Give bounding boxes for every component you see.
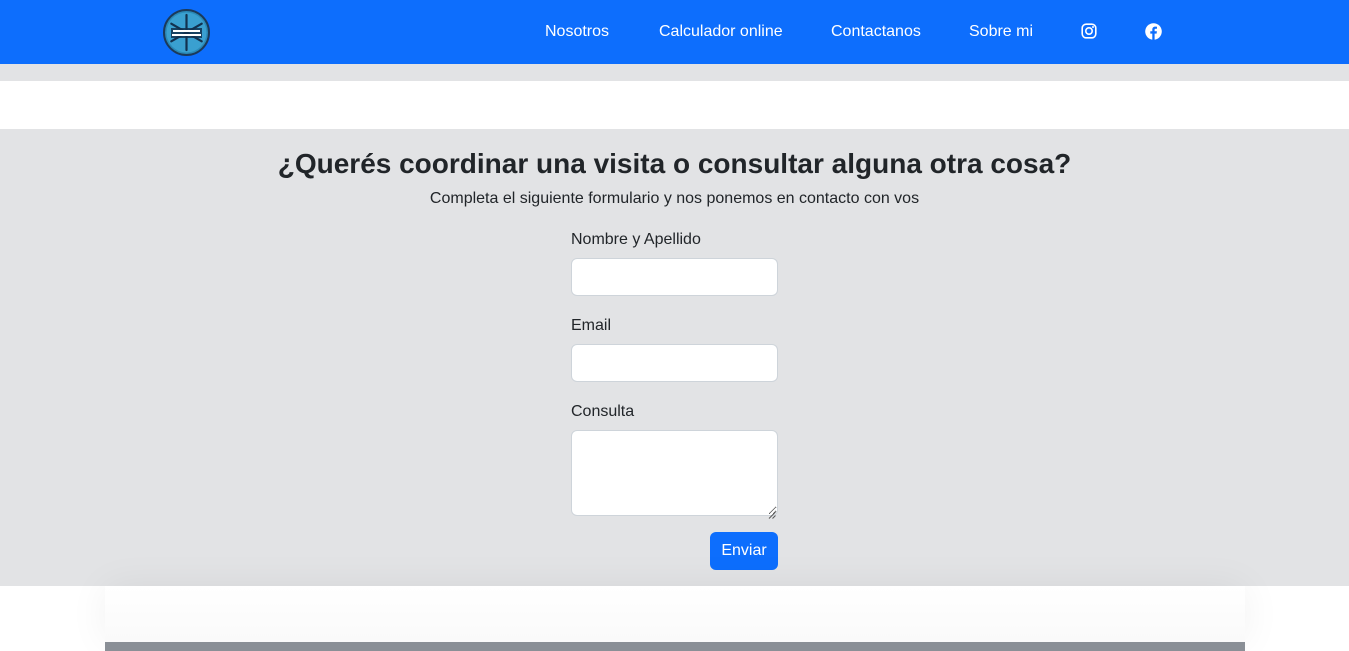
contact-section: ¿Querés coordinar una visita o consultar… <box>0 129 1349 586</box>
footer-bar <box>105 642 1245 651</box>
instagram-icon[interactable] <box>1081 23 1098 40</box>
email-input[interactable] <box>571 344 778 382</box>
contact-title: ¿Querés coordinar una visita o consultar… <box>277 148 1072 179</box>
message-label: Consulta <box>571 403 635 420</box>
contact-subtitle: Completa el siguiente formulario y nos p… <box>429 190 920 207</box>
top-navbar: Nosotros Calculador online Contactanos S… <box>0 0 1349 64</box>
nav-link-nosotros[interactable]: Nosotros <box>545 22 609 42</box>
footer-spacer <box>105 586 1245 642</box>
name-input[interactable] <box>571 258 778 296</box>
message-textarea[interactable] <box>571 430 778 516</box>
nav-link-contactanos[interactable]: Contactanos <box>831 22 921 42</box>
submit-button[interactable]: Enviar <box>710 532 778 570</box>
header-divider-strip <box>0 64 1349 81</box>
name-label: Nombre y Apellido <box>571 231 701 248</box>
facebook-icon[interactable] <box>1145 23 1162 40</box>
nav-link-calculador-online[interactable]: Calculador online <box>659 22 783 42</box>
resize-grip-icon[interactable] <box>768 506 776 519</box>
email-label: Email <box>571 317 612 334</box>
nav-link-sobre-mi[interactable]: Sobre mi <box>969 22 1033 42</box>
snowflake-logo-icon[interactable] <box>163 9 210 56</box>
